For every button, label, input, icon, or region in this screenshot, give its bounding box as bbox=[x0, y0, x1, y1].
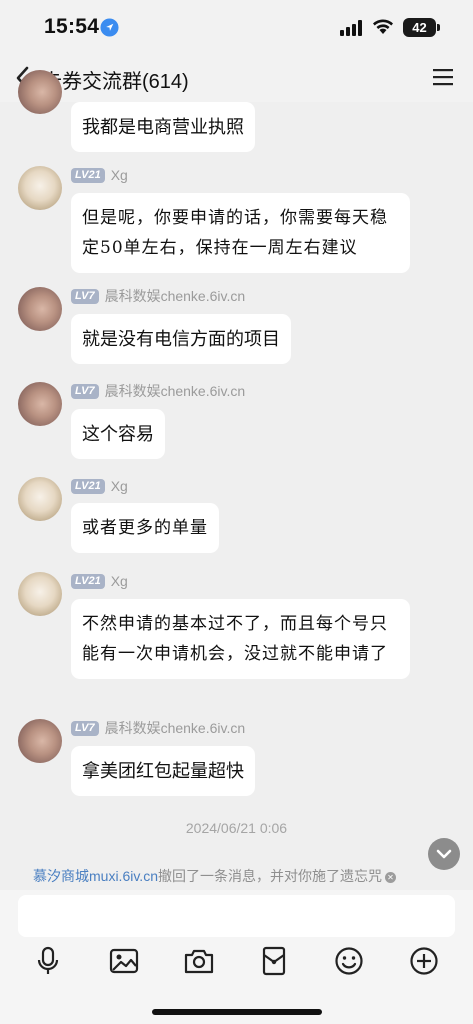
message-text: 不然申请的基本过不了，而且每个号只能有一次申请机会，没过就不能申请了 bbox=[82, 614, 388, 664]
sender-name[interactable]: 晨科数娱chenke.6iv.cn bbox=[105, 381, 246, 401]
message-bubble[interactable]: 拿美团红包起量超快 bbox=[71, 746, 255, 796]
status-bar: 15:54 42 bbox=[0, 0, 473, 56]
avatar[interactable] bbox=[18, 382, 62, 426]
hamburger-menu-icon[interactable] bbox=[432, 67, 454, 87]
message-bubble[interactable]: 这个容易 bbox=[71, 409, 165, 459]
level-badge: LV21 bbox=[71, 167, 105, 183]
recall-user-link[interactable]: 慕汐商城muxi.6iv.cn bbox=[33, 868, 158, 884]
sender-meta: LV21 Xg bbox=[71, 573, 128, 589]
sender-name[interactable]: 晨科数娱chenke.6iv.cn bbox=[105, 718, 246, 738]
avatar[interactable] bbox=[18, 70, 62, 114]
chat-header: 卡券交流群(614) bbox=[0, 56, 473, 102]
message-text: 就是没有电信方面的项目 bbox=[82, 329, 280, 349]
battery-cap bbox=[437, 24, 440, 31]
message-bubble[interactable]: 就是没有电信方面的项目 bbox=[71, 314, 291, 364]
sender-meta: LV21 Xg bbox=[71, 167, 128, 183]
level-badge: LV21 bbox=[71, 478, 105, 494]
status-time: 15:54 bbox=[44, 15, 100, 38]
level-badge: LV21 bbox=[71, 573, 105, 589]
message-text: 或者更多的单量 bbox=[82, 518, 208, 538]
cellular-signal-icon bbox=[340, 20, 362, 36]
home-indicator bbox=[152, 1009, 322, 1015]
chat-title: 卡券交流群(614) bbox=[42, 71, 189, 93]
avatar[interactable] bbox=[18, 477, 62, 521]
message-input[interactable] bbox=[18, 895, 455, 937]
scroll-to-bottom-button[interactable] bbox=[428, 838, 460, 870]
sender-meta: LV7 晨科数娱chenke.6iv.cn bbox=[71, 720, 245, 736]
mic-icon[interactable] bbox=[32, 945, 64, 977]
message-text: 拿美团红包起量超快 bbox=[82, 761, 244, 781]
sender-meta: LV7 晨科数娱chenke.6iv.cn bbox=[71, 383, 245, 399]
sender-name[interactable]: Xg bbox=[111, 478, 128, 494]
message-bubble[interactable]: 或者更多的单量 bbox=[71, 503, 219, 553]
sender-name[interactable]: 晨科数娱chenke.6iv.cn bbox=[105, 286, 246, 306]
message-timestamp: 2024/06/21 0:06 bbox=[185, 820, 288, 836]
chevron-down-icon bbox=[436, 849, 452, 859]
level-badge: LV7 bbox=[71, 383, 99, 399]
recall-text: 撤回了一条消息，并对你施了遗忘咒 bbox=[157, 868, 382, 884]
sender-meta: LV7 晨科数娱chenke.6iv.cn bbox=[71, 288, 245, 304]
message-text: 但是呢，你要申请的话，你需要每天稳定50单左右，保持在一周左右建议 bbox=[82, 208, 388, 258]
dismiss-icon[interactable]: ✕ bbox=[384, 871, 396, 883]
camera-icon[interactable] bbox=[183, 945, 215, 977]
message-text: 这个容易 bbox=[82, 424, 154, 444]
emoji-icon[interactable] bbox=[333, 945, 365, 977]
message-text: 我都是电商营业执照 bbox=[82, 117, 244, 137]
wifi-icon bbox=[373, 19, 393, 34]
location-arrow-icon bbox=[100, 18, 119, 37]
image-icon[interactable] bbox=[108, 945, 140, 977]
message-bubble[interactable]: 但是呢，你要申请的话，你需要每天稳定50单左右，保持在一周左右建议 bbox=[71, 193, 410, 273]
avatar[interactable] bbox=[18, 572, 62, 616]
battery-indicator: 42 bbox=[403, 18, 436, 37]
avatar[interactable] bbox=[18, 166, 62, 210]
sender-name[interactable]: Xg bbox=[111, 573, 128, 589]
plus-icon[interactable] bbox=[408, 945, 440, 977]
sender-name[interactable]: Xg bbox=[111, 167, 128, 183]
message-bubble[interactable]: 我都是电商营业执照 bbox=[71, 102, 255, 152]
red-packet-icon[interactable] bbox=[258, 945, 290, 977]
input-area bbox=[0, 890, 473, 1024]
avatar[interactable] bbox=[18, 719, 62, 763]
recall-notice: 慕汐商城muxi.6iv.cn撤回了一条消息，并对你施了遗忘咒 ✕ bbox=[33, 866, 396, 886]
message-bubble[interactable]: 不然申请的基本过不了，而且每个号只能有一次申请机会，没过就不能申请了 bbox=[71, 599, 410, 679]
level-badge: LV7 bbox=[71, 288, 99, 304]
level-badge: LV7 bbox=[71, 720, 99, 736]
avatar[interactable] bbox=[18, 287, 62, 331]
sender-meta: LV21 Xg bbox=[71, 478, 128, 494]
